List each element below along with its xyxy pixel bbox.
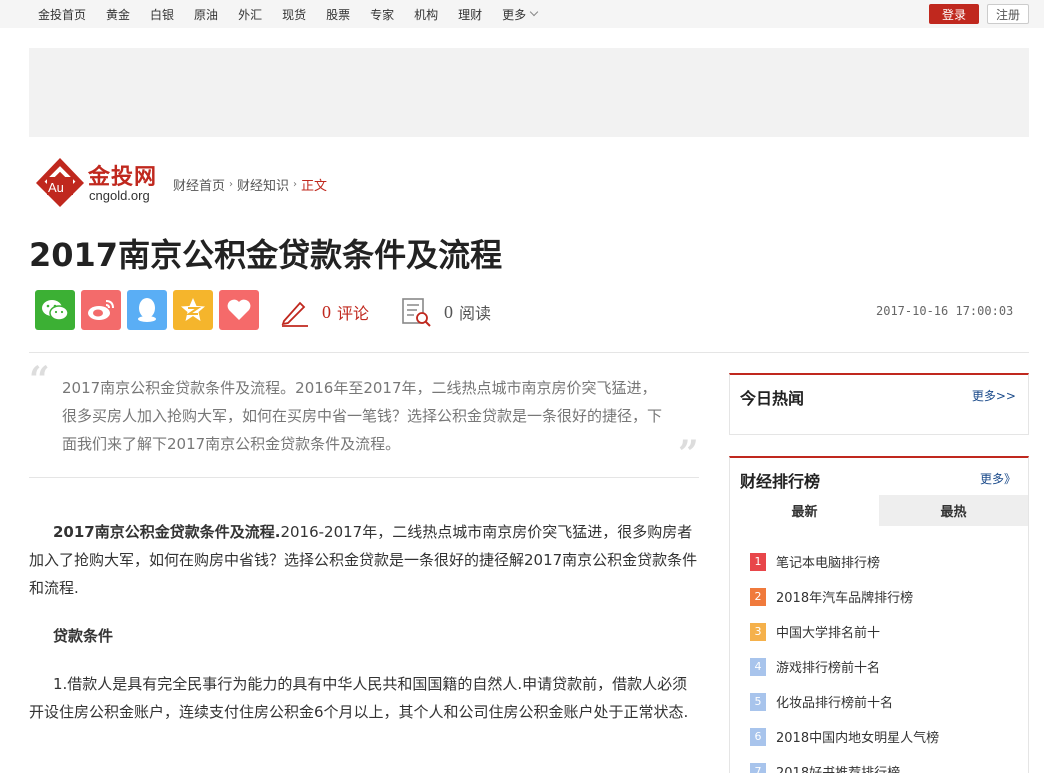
qzone-icon[interactable] bbox=[173, 290, 213, 330]
list-item-text: 2018好书推荐排行榜 bbox=[776, 762, 900, 773]
article-paragraph: 2017南京公积金贷款条件及流程.2016-2017年，二线热点城市南京房价突飞… bbox=[29, 518, 699, 602]
nav-more[interactable]: 更多 bbox=[502, 6, 539, 23]
wechat-icon[interactable] bbox=[35, 290, 75, 330]
paragraph-lead: 2017南京公积金贷款条件及流程. bbox=[53, 523, 281, 541]
nav-spot[interactable]: 现货 bbox=[282, 6, 306, 23]
top-bar: 金投首页 黄金 白银 原油 外汇 现货 股票 专家 机构 理财 更多 登录 注册 bbox=[0, 0, 1044, 28]
register-button[interactable]: 注册 bbox=[987, 4, 1029, 24]
breadcrumb-separator: › bbox=[293, 179, 298, 190]
open-quote-icon: “ bbox=[29, 359, 50, 401]
rank-badge: 7 bbox=[750, 762, 766, 773]
list-item-text: 2018年汽车品牌排行榜 bbox=[776, 591, 914, 606]
list-item-text: 中国大学排名前十 bbox=[776, 626, 881, 641]
nav-silver[interactable]: 白银 bbox=[150, 6, 174, 23]
ranking-title: 财经排行榜 bbox=[740, 472, 821, 491]
logo-text-cn: 金投网 bbox=[88, 165, 158, 190]
list-item-text: 游戏排行榜前十名 bbox=[776, 661, 881, 676]
list-item[interactable]: 5 化妆品排行榜前十名 bbox=[750, 684, 1010, 719]
pen-icon bbox=[281, 301, 308, 327]
article-body: 2017南京公积金贷款条件及流程.2016-2017年，二线热点城市南京房价突飞… bbox=[29, 518, 699, 746]
share-bar bbox=[35, 290, 265, 330]
read-count: 0 bbox=[444, 301, 453, 322]
tab-hottest[interactable]: 最热 bbox=[879, 495, 1028, 526]
nav-gold[interactable]: 黄金 bbox=[106, 6, 130, 23]
hot-news-title: 今日热闻 bbox=[740, 389, 805, 408]
breadcrumb-separator: › bbox=[229, 179, 234, 190]
tab-latest[interactable]: 最新 bbox=[730, 495, 879, 526]
list-item-text: 笔记本电脑排行榜 bbox=[776, 556, 881, 571]
nav-expert[interactable]: 专家 bbox=[370, 6, 394, 23]
comment-count: 0 bbox=[322, 301, 331, 322]
read-label: 阅读 bbox=[459, 304, 492, 323]
nav-institution[interactable]: 机构 bbox=[414, 6, 438, 23]
page-title: 2017南京公积金贷款条件及流程 bbox=[29, 236, 503, 274]
ranking-panel: 财经排行榜 更多》 最新 最热 1 笔记本电脑排行榜 2 2018年汽车品牌排行榜 … bbox=[729, 456, 1029, 773]
logo-emblem-icon: Au bbox=[36, 158, 84, 207]
divider bbox=[29, 352, 1029, 353]
chevron-down-icon bbox=[529, 7, 539, 17]
breadcrumb: 财经首页 › 财经知识 › 正文 bbox=[173, 175, 327, 194]
ad-banner bbox=[29, 48, 1029, 137]
site-logo[interactable]: Au 金投网 cngold.org bbox=[32, 155, 172, 210]
ranking-more-link[interactable]: 更多》 bbox=[980, 470, 1016, 487]
list-item[interactable]: 7 2018好书推荐排行榜 bbox=[750, 754, 1010, 773]
list-item[interactable]: 1 笔记本电脑排行榜 bbox=[750, 544, 1010, 579]
ranking-tabs: 最新 最热 bbox=[730, 495, 1028, 526]
ranking-list: 1 笔记本电脑排行榜 2 2018年汽车品牌排行榜 3 中国大学排名前十 4 游戏排行榜… bbox=[750, 544, 1010, 773]
nav-stock[interactable]: 股票 bbox=[326, 6, 350, 23]
nav-oil[interactable]: 原油 bbox=[194, 6, 218, 23]
nav-finance[interactable]: 理财 bbox=[458, 6, 482, 23]
weibo-icon[interactable] bbox=[81, 290, 121, 330]
list-item[interactable]: 3 中国大学排名前十 bbox=[750, 614, 1010, 649]
article-summary: 2017南京公积金贷款条件及流程。2016年至2017年，二线热点城市南京房价突… bbox=[62, 379, 663, 453]
hot-news-panel: 今日热闻 更多>> bbox=[729, 373, 1029, 435]
comment-stat[interactable]: 0 评论 bbox=[280, 294, 369, 330]
comment-label: 评论 bbox=[337, 304, 370, 323]
rank-badge: 4 bbox=[750, 657, 766, 676]
article-paragraph: 1.借款人是具有完全民事行为能力的具有中华人民共和国国籍的自然人.申请贷款前，借… bbox=[29, 675, 689, 721]
list-item[interactable]: 6 2018中国内地女明星人气榜 bbox=[750, 719, 1010, 754]
top-nav: 金投首页 黄金 白银 原油 外汇 现货 股票 专家 机构 理财 更多 bbox=[38, 0, 557, 28]
close-quote-icon: ” bbox=[678, 433, 699, 475]
breadcrumb-finance-knowledge[interactable]: 财经知识 bbox=[237, 175, 289, 194]
section-heading-text: 贷款条件 bbox=[53, 627, 114, 645]
list-item[interactable]: 4 游戏排行榜前十名 bbox=[750, 649, 1010, 684]
breadcrumb-finance-home[interactable]: 财经首页 bbox=[173, 175, 225, 194]
read-icon bbox=[402, 298, 431, 327]
breadcrumb-current: 正文 bbox=[301, 179, 328, 194]
favorite-icon[interactable] bbox=[219, 290, 259, 330]
svg-text:Au: Au bbox=[48, 180, 64, 195]
nav-home[interactable]: 金投首页 bbox=[38, 6, 86, 23]
nav-more-label: 更多 bbox=[502, 7, 527, 22]
list-item-text: 化妆品排行榜前十名 bbox=[776, 696, 894, 711]
list-item[interactable]: 2 2018年汽车品牌排行榜 bbox=[750, 579, 1010, 614]
rank-badge: 6 bbox=[750, 727, 766, 746]
publish-date: 2017-10-16 17:00:03 bbox=[876, 304, 1014, 318]
read-stat: 0 阅读 bbox=[400, 294, 491, 330]
logo-text-en: cngold.org bbox=[89, 188, 150, 203]
rank-badge: 5 bbox=[750, 692, 766, 711]
rank-badge: 1 bbox=[750, 552, 766, 571]
rank-badge: 2 bbox=[750, 587, 766, 606]
rank-badge: 3 bbox=[750, 622, 766, 641]
login-button[interactable]: 登录 bbox=[929, 4, 979, 24]
qq-icon[interactable] bbox=[127, 290, 167, 330]
section-heading: 贷款条件 bbox=[29, 622, 699, 650]
nav-forex[interactable]: 外汇 bbox=[238, 6, 262, 23]
divider bbox=[29, 477, 699, 478]
hot-news-more-link[interactable]: 更多>> bbox=[972, 387, 1016, 404]
list-item-text: 2018中国内地女明星人气榜 bbox=[776, 731, 940, 746]
